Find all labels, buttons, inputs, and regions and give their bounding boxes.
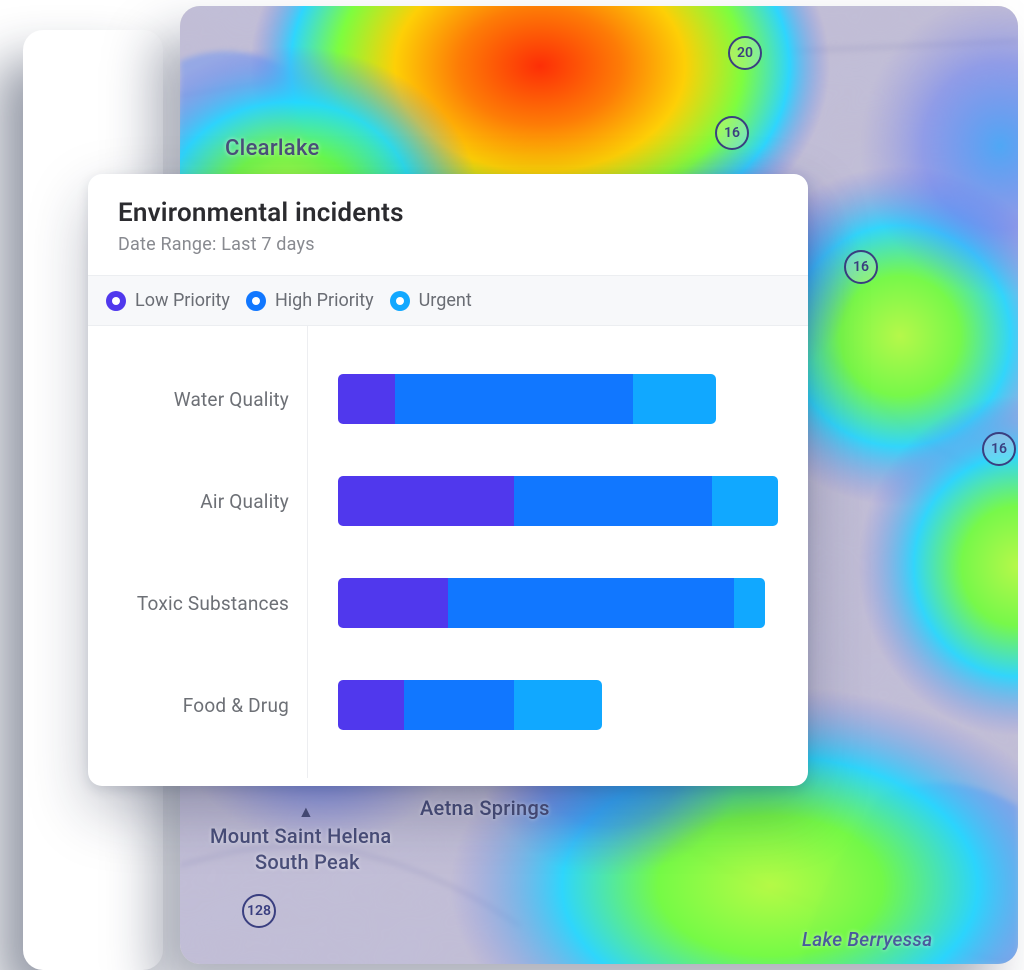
- chart-body: Water Quality Air Quality Toxic Substanc…: [88, 326, 808, 778]
- bar-segment-urgent: [514, 680, 602, 730]
- bar-segment-high: [404, 680, 514, 730]
- chart-subtitle: Date Range: Last 7 days: [118, 234, 778, 255]
- chart-bars-area: [308, 326, 808, 778]
- legend-item-urgent[interactable]: Urgent: [390, 290, 472, 311]
- bar-segment-high: [395, 374, 633, 424]
- bar-segment-urgent: [712, 476, 778, 526]
- bar-segment-high: [514, 476, 712, 526]
- legend-label-urgent: Urgent: [419, 290, 472, 311]
- legend-radio-icon: [390, 291, 410, 311]
- legend-label-high: High Priority: [275, 290, 374, 311]
- bar-row: [338, 471, 778, 531]
- chart-title: Environmental incidents: [118, 198, 778, 228]
- chart-card: Environmental incidents Date Range: Last…: [88, 174, 808, 786]
- stacked-bar[interactable]: [338, 476, 778, 526]
- stacked-bar[interactable]: [338, 374, 716, 424]
- chart-y-axis: Water Quality Air Quality Toxic Substanc…: [88, 326, 308, 778]
- bar-segment-urgent: [734, 578, 765, 628]
- stacked-bar[interactable]: [338, 680, 602, 730]
- bar-segment-low: [338, 680, 404, 730]
- bar-row: [338, 675, 778, 735]
- bar-segment-high: [448, 578, 734, 628]
- y-label: Food & Drug: [88, 675, 289, 735]
- bar-row: [338, 369, 778, 429]
- legend-item-high[interactable]: High Priority: [246, 290, 374, 311]
- legend-label-low: Low Priority: [135, 290, 230, 311]
- chart-header: Environmental incidents Date Range: Last…: [88, 174, 808, 275]
- peak-icon: ▲: [298, 802, 314, 822]
- chart-legend: Low Priority High Priority Urgent: [88, 275, 808, 326]
- stacked-bar[interactable]: [338, 578, 765, 628]
- y-label: Air Quality: [88, 471, 289, 531]
- y-label: Toxic Substances: [88, 573, 289, 633]
- bar-row: [338, 573, 778, 633]
- bar-segment-urgent: [633, 374, 717, 424]
- bar-segment-low: [338, 578, 448, 628]
- legend-radio-icon: [246, 291, 266, 311]
- legend-item-low[interactable]: Low Priority: [106, 290, 230, 311]
- bar-segment-low: [338, 476, 514, 526]
- bar-segment-low: [338, 374, 395, 424]
- y-label: Water Quality: [88, 369, 289, 429]
- legend-radio-icon: [106, 291, 126, 311]
